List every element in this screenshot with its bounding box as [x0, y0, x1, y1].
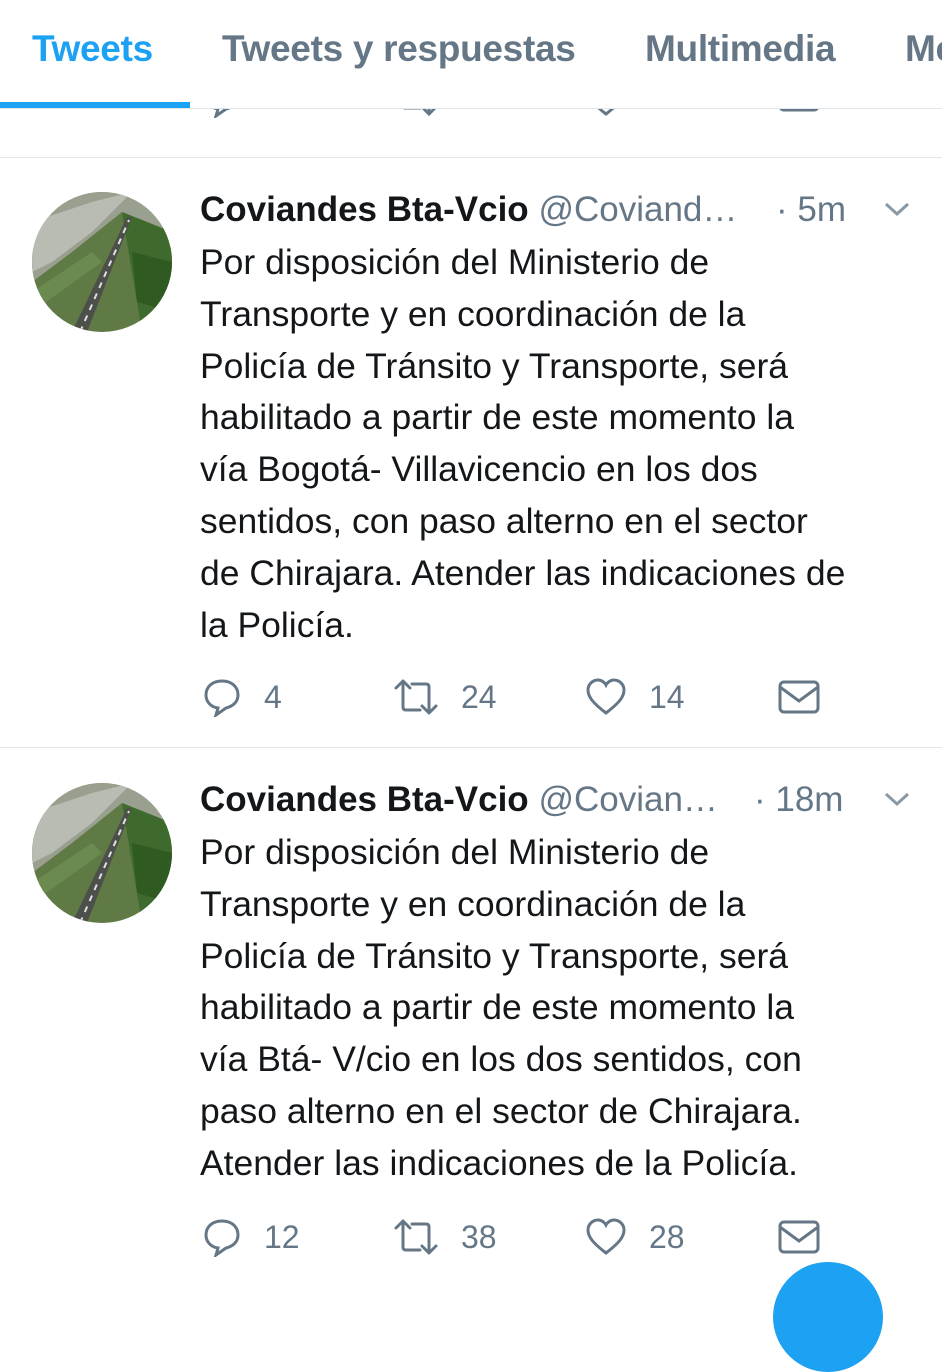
retweet-count: 38 [461, 1218, 497, 1255]
envelope-icon [778, 1220, 820, 1254]
author-handle[interactable]: @Covian… [538, 780, 717, 819]
like-button[interactable]: 14 [585, 677, 685, 717]
tweet-text-line: Por disposición del Ministerio de [200, 242, 710, 282]
reply-count: 4 [264, 678, 282, 715]
retweet-icon [394, 679, 438, 715]
retweet-count: 24 [461, 678, 497, 715]
tweet-text-line: Policía de Tránsito y Transporte, será [200, 345, 789, 386]
active-tab-indicator [0, 102, 190, 108]
tweet-item[interactable]: Coviandes Bta-Vcio @Covian… · 18m Por di… [0, 777, 942, 1280]
reply-button[interactable]: 4 [202, 677, 282, 717]
avatar[interactable] [32, 783, 172, 923]
tweet-text-line: Por disposición del Ministerio de [200, 832, 710, 872]
tweet-text: Por disposición del Ministerio de Transp… [200, 827, 920, 1190]
direct-message-button[interactable] [778, 677, 820, 717]
tweet-text-line: paso alterno en el sector de Chirajara. [200, 1090, 802, 1131]
tweet-text: Por disposición del Ministerio de Transp… [200, 237, 920, 651]
tweet-timestamp[interactable]: · 5m [776, 187, 846, 233]
tweet-text-line: la Policía. [200, 604, 354, 645]
heart-icon [586, 678, 626, 715]
retweet-button[interactable]: 24 [393, 677, 497, 717]
tweet-text-line: vía Bogotá- Villavicencio en los dos [200, 449, 758, 490]
tweet-timestamp[interactable]: · 18m [754, 777, 843, 823]
tweet-item[interactable]: Coviandes Bta-Vcio @Coviand… · 5m Por di… [0, 187, 942, 747]
tab-tweets-and-replies[interactable]: Tweets y respuestas [222, 28, 576, 70]
envelope-icon [778, 680, 820, 714]
like-count: 28 [649, 1218, 685, 1255]
tweet-text-line: sentidos, con paso alterno en el sector [200, 500, 808, 541]
reply-button[interactable]: 12 [202, 1217, 300, 1257]
direct-message-button[interactable] [778, 1217, 820, 1257]
retweet-icon [394, 1219, 438, 1255]
tweet-text-line: Transporte y en coordinación de la [200, 883, 746, 924]
tweet-divider [0, 747, 942, 748]
like-button[interactable]: 28 [585, 1217, 685, 1257]
chevron-down-icon[interactable] [882, 199, 912, 219]
tweet-text-line: Policía de Tránsito y Transporte, será [200, 935, 789, 976]
author-name[interactable]: Coviandes Bta-Vcio [200, 780, 529, 819]
reply-icon [204, 679, 240, 717]
tweet-text-line: de Chirajara. Atender las indicaciones d… [200, 552, 846, 593]
chevron-down-icon[interactable] [882, 789, 912, 809]
reply-count: 12 [264, 1218, 300, 1255]
tweet-header: Coviandes Bta-Vcio @Coviand… · 5m [200, 187, 920, 233]
tweet-actions: 12 38 28 [200, 1217, 920, 1257]
tweet-text-line: Transporte y en coordinación de la [200, 293, 746, 334]
reply-icon [204, 1219, 240, 1257]
like-count: 14 [649, 678, 685, 715]
tab-tweets[interactable]: Tweets [32, 28, 153, 70]
author-handle[interactable]: @Coviand… [538, 190, 737, 229]
tweet-text-line: habilitado a partir de este momento la [200, 987, 794, 1028]
heart-icon [586, 1218, 626, 1255]
profile-tab-bar: Tweets Tweets y respuestas Multimedia Me [0, 0, 942, 109]
retweet-button[interactable]: 38 [393, 1217, 497, 1257]
author-name[interactable]: Coviandes Bta-Vcio [200, 190, 529, 229]
tab-media[interactable]: Multimedia [645, 28, 836, 70]
tab-likes[interactable]: Me [905, 28, 942, 70]
tweet-actions: 4 24 14 [200, 677, 920, 717]
compose-tweet-button[interactable] [773, 1262, 883, 1372]
tweet-header: Coviandes Bta-Vcio @Covian… · 18m [200, 777, 920, 823]
tweet-divider [0, 157, 942, 158]
avatar[interactable] [32, 192, 172, 332]
tweet-text-line: vía Btá- V/cio en los dos sentidos, con [200, 1039, 802, 1080]
tweet-text-line: Atender las indicaciones de la Policía. [200, 1142, 798, 1183]
tweet-text-line: habilitado a partir de este momento la [200, 397, 794, 438]
